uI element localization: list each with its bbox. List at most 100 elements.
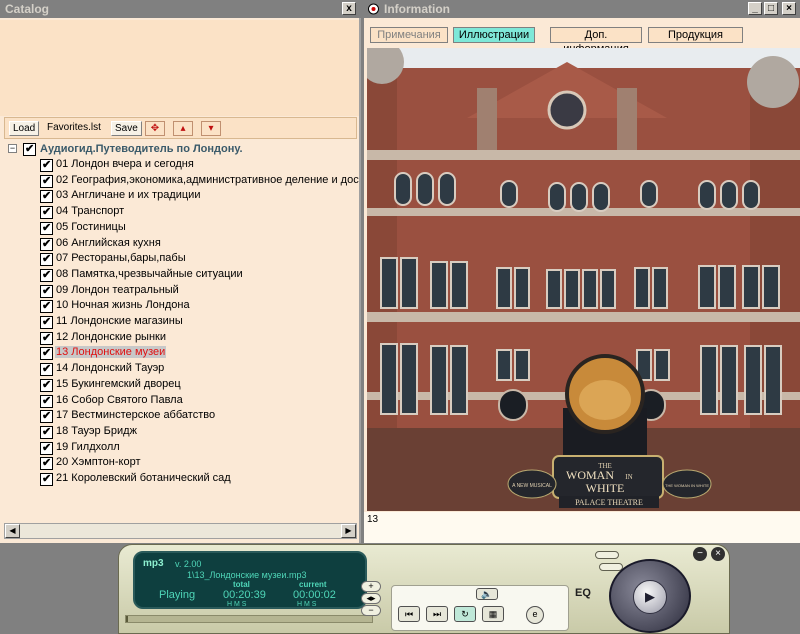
- maximize-button[interactable]: □: [764, 2, 778, 15]
- information-tabs: Примечания Иллюстрации Доп. информация П…: [364, 22, 800, 55]
- sign-white: WHITE: [586, 481, 625, 495]
- current-time: 00:00:02: [293, 589, 336, 601]
- item-checkbox[interactable]: [40, 268, 53, 282]
- tab-products[interactable]: Продукция: [648, 27, 743, 43]
- item-checkbox[interactable]: [40, 331, 53, 345]
- tab-extra-info[interactable]: Доп. информация: [550, 27, 642, 55]
- app-icon: [367, 3, 380, 15]
- tab-notes[interactable]: Примечания: [370, 27, 448, 43]
- catalog-horizontal-scrollbar[interactable]: ◀ ▶: [4, 523, 357, 539]
- item-checkbox[interactable]: [40, 237, 53, 251]
- item-checkbox[interactable]: [40, 299, 53, 314]
- txt-button[interactable]: [595, 551, 619, 559]
- tree-item-label: 01 Лондон вчера и сегодня: [56, 158, 194, 170]
- item-checkbox[interactable]: [40, 221, 53, 235]
- tree-item-label: 18 Тауэр Бридж: [56, 424, 137, 437]
- player-version: v. 2.00: [175, 559, 202, 569]
- tree-item-label: 09 Лондон театральный: [56, 283, 179, 296]
- root-checkbox[interactable]: [23, 142, 36, 156]
- volume-down-icon[interactable]: −: [361, 605, 381, 616]
- volume-up-icon[interactable]: +: [361, 581, 381, 592]
- tree-item-label: 17 Вестминстерское аббатство: [56, 409, 216, 422]
- playlist-button[interactable]: ▦: [482, 606, 504, 622]
- collapse-icon[interactable]: −: [8, 144, 17, 153]
- browser-icon[interactable]: e: [526, 606, 544, 624]
- prev-track-button[interactable]: ⏮: [398, 606, 420, 622]
- current-label: current: [299, 580, 327, 589]
- sign-new-musical: A NEW MUSICAL: [512, 483, 552, 489]
- item-checkbox[interactable]: [40, 378, 53, 392]
- tree-item-label: 21 Королевский ботанический сад: [56, 472, 231, 484]
- item-checkbox[interactable]: [40, 456, 53, 471]
- tree-item-label: 05 Гостиницы: [56, 220, 126, 233]
- player-control-panel: 🔈 ⏮ ⏭ ↻ ▦ e: [391, 585, 569, 631]
- item-checkbox[interactable]: [40, 441, 53, 455]
- progress-fill: [126, 616, 129, 622]
- catalog-close-button[interactable]: x: [342, 2, 356, 15]
- balance-icon[interactable]: ◂▸: [361, 593, 381, 604]
- tree-item-label: 15 Букингемский дворец: [56, 377, 181, 390]
- track-name: 1\13_Лондонские музеи.mp3: [187, 570, 307, 580]
- mp3-logo: mp3: [143, 558, 164, 569]
- catalog-description-area: [0, 20, 359, 116]
- catalog-window: Catalog x Load Favorites.lst Save ✥ ▴ ▾ …: [0, 0, 361, 543]
- root-label: Аудиогид.Путеводитель по Лондону.: [40, 143, 243, 155]
- total-label: total: [233, 580, 250, 589]
- item-checkbox[interactable]: [40, 425, 53, 439]
- close-button[interactable]: ×: [782, 2, 796, 15]
- total-time: 00:20:39: [223, 589, 266, 601]
- item-checkbox[interactable]: [40, 158, 53, 172]
- item-checkbox[interactable]: [40, 205, 53, 220]
- tree-item-label: 14 Лондонский Тауэр: [56, 362, 165, 375]
- information-window: Information _ □ × Примечания Иллюстрации…: [364, 0, 800, 543]
- mp3-player: mp3 v. 2.00 1\13_Лондонские музеи.mp3 Pl…: [118, 544, 730, 634]
- repeat-button[interactable]: ↻: [454, 606, 476, 622]
- move-up-icon[interactable]: ▴: [173, 121, 193, 136]
- sign-woman: WOMAN: [566, 468, 614, 482]
- item-checkbox[interactable]: [40, 362, 53, 377]
- playlist-filename: Favorites.lst: [47, 122, 101, 133]
- item-checkbox[interactable]: [40, 315, 53, 329]
- eq-button[interactable]: EQ: [575, 587, 591, 599]
- tree-item-label: 10 Ночная жизнь Лондона: [56, 299, 190, 312]
- item-checkbox[interactable]: [40, 252, 53, 267]
- sign-right: THE WOMAN IN WHITE: [665, 483, 709, 488]
- tab-illustrations[interactable]: Иллюстрации: [453, 27, 535, 43]
- load-button[interactable]: Load: [9, 121, 40, 136]
- minimize-button[interactable]: _: [748, 2, 762, 15]
- item-checkbox[interactable]: [40, 189, 53, 204]
- control-dial[interactable]: ▶: [609, 559, 691, 633]
- illustration-photo: THE WOMAN IN WHITE PALACE THEATRE A NEW …: [367, 48, 800, 511]
- total-hms: H M S: [227, 601, 247, 608]
- catalog-titlebar[interactable]: Catalog: [0, 0, 361, 18]
- information-titlebar[interactable]: Information: [364, 0, 800, 18]
- scroll-right-icon[interactable]: ▶: [341, 524, 356, 538]
- player-close-button[interactable]: ×: [711, 547, 725, 561]
- item-checkbox[interactable]: [40, 394, 53, 408]
- information-title: Information: [384, 2, 450, 16]
- player-status: Playing: [159, 589, 196, 601]
- item-checkbox[interactable]: [40, 472, 53, 486]
- scroll-left-icon[interactable]: ◀: [5, 524, 20, 538]
- item-checkbox[interactable]: [40, 284, 53, 298]
- next-track-button[interactable]: ⏭: [426, 606, 448, 622]
- tree-item-label: 12 Лондонские рынки: [56, 330, 166, 343]
- player-minimize-button[interactable]: −: [693, 547, 707, 561]
- tree-item-label: 16 Собор Святого Павла: [56, 393, 183, 406]
- tree-item-label: 20 Хэмптон-корт: [56, 456, 141, 469]
- move-all-icon[interactable]: ✥: [145, 121, 165, 136]
- tree-item-label: 04 Транспорт: [56, 205, 125, 218]
- item-checkbox[interactable]: [40, 409, 53, 424]
- item-checkbox[interactable]: [40, 346, 53, 361]
- save-button[interactable]: Save: [111, 121, 142, 136]
- item-checkbox[interactable]: [40, 174, 53, 188]
- player-display: mp3 v. 2.00 1\13_Лондонские музеи.mp3 Pl…: [133, 551, 367, 609]
- mute-icon[interactable]: 🔈: [476, 588, 498, 600]
- tree-item-label: 03 Англичане и их традиции: [56, 189, 201, 202]
- catalog-title: Catalog: [5, 2, 50, 16]
- information-footer: 13: [364, 512, 800, 543]
- track-progress-bar[interactable]: [125, 615, 373, 623]
- move-down-icon[interactable]: ▾: [201, 121, 221, 136]
- play-button[interactable]: ▶: [633, 580, 667, 614]
- tree-item-label: 06 Английская кухня: [56, 236, 161, 249]
